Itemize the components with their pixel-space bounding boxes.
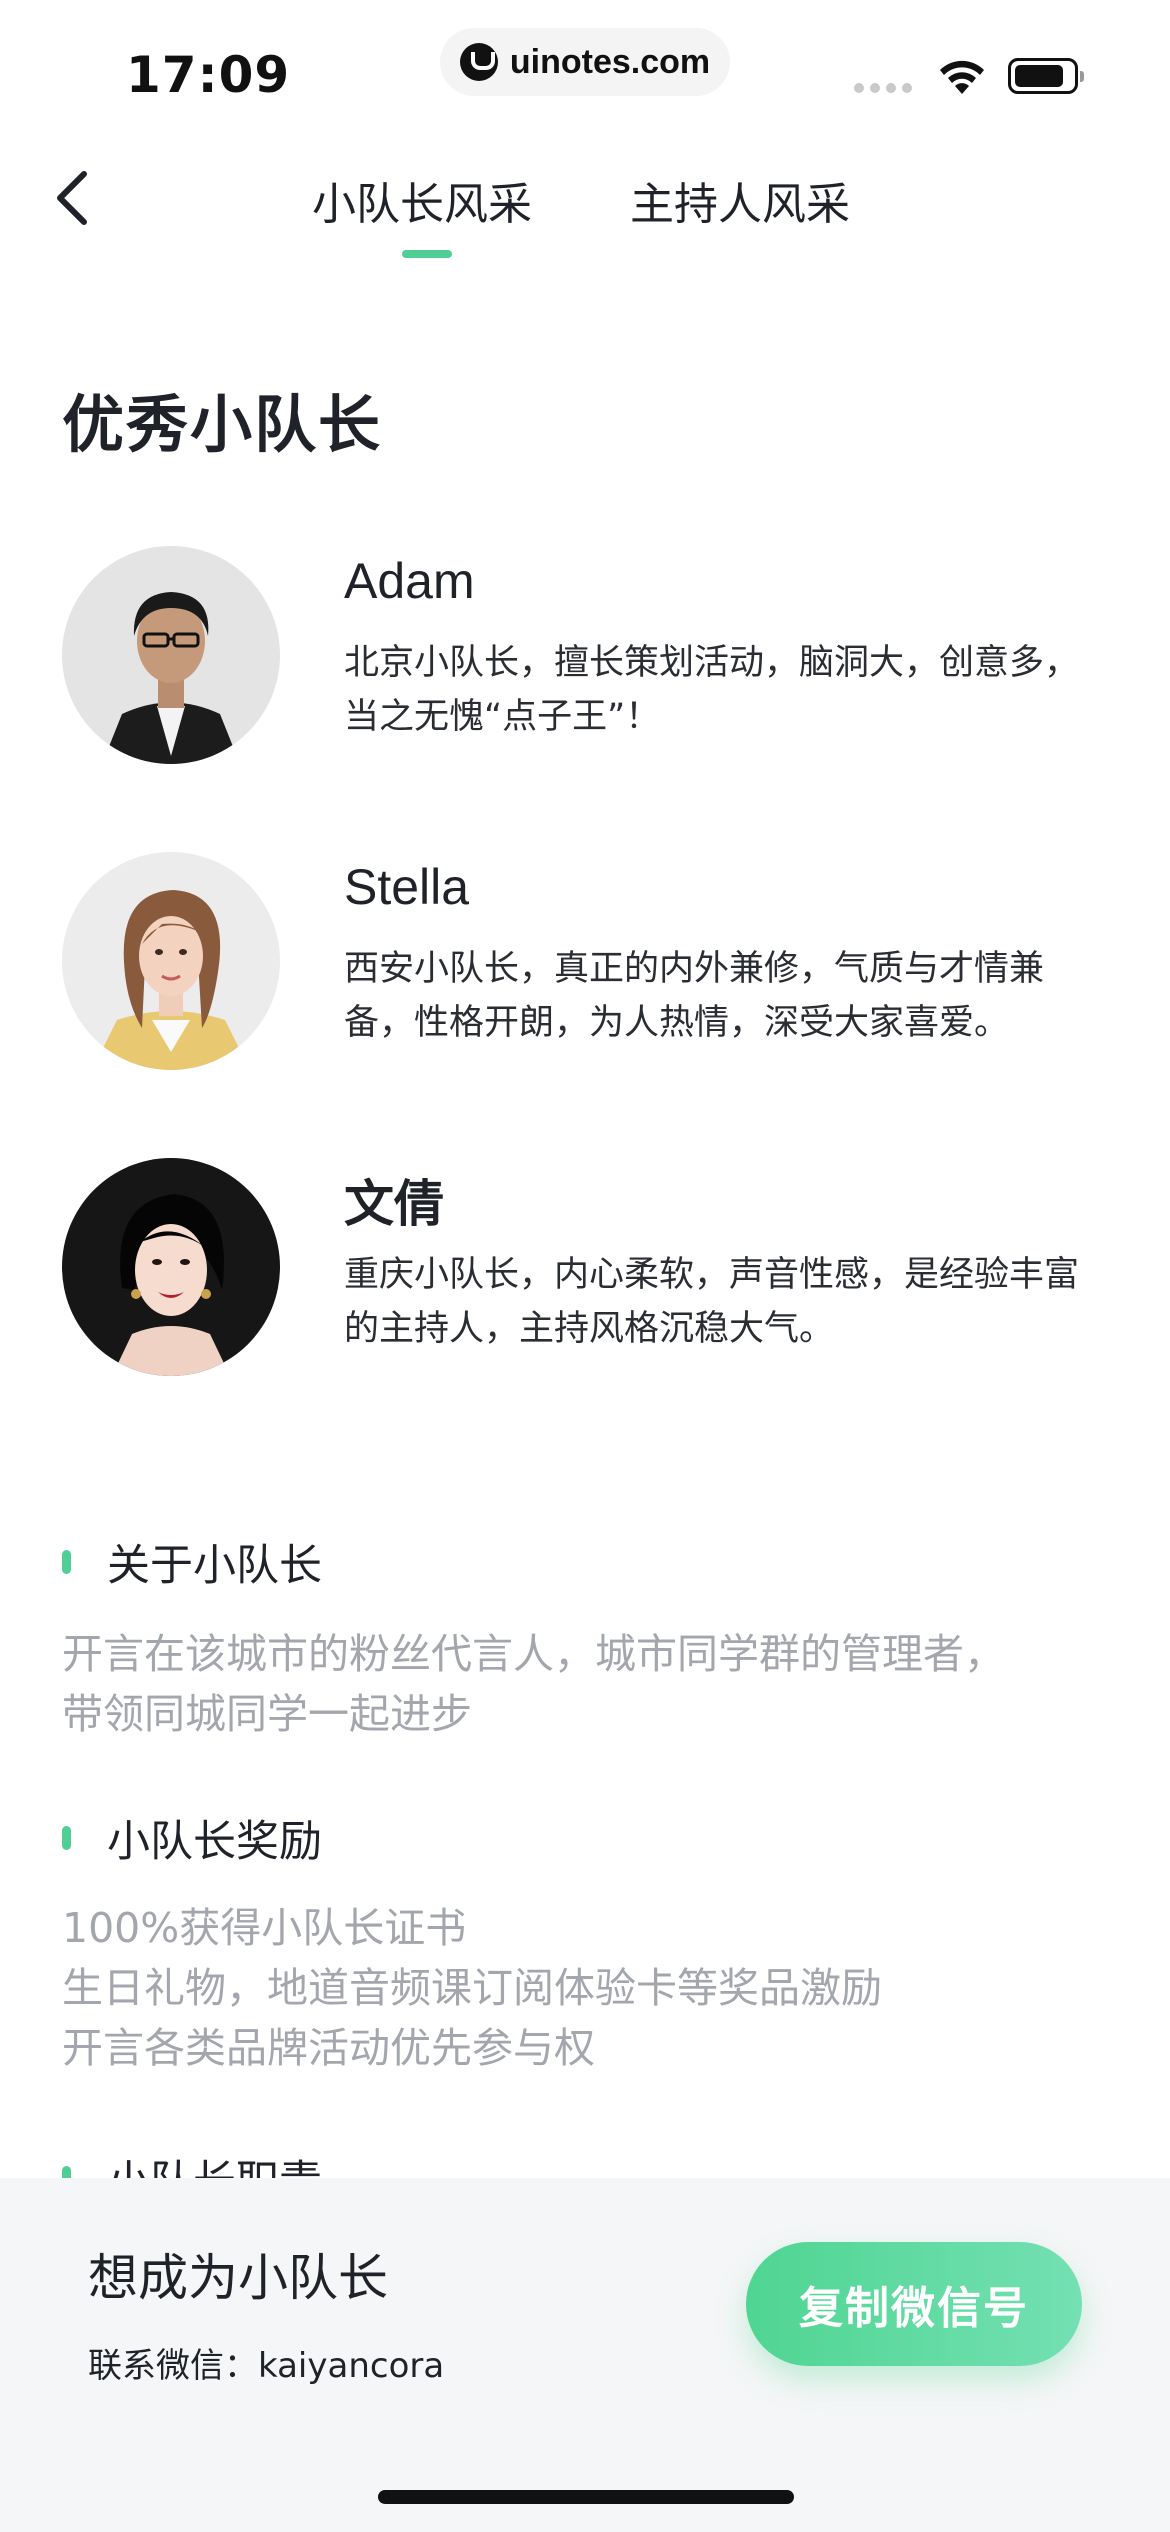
url-pill: uinotes.com: [440, 28, 730, 96]
section-body-about: 开言在该城市的粉丝代言人，城市同学群的管理者， 带领同城同学一起进步: [62, 1624, 1122, 1744]
section-accent-bar: [62, 1826, 71, 1850]
leader-description: 北京小队长，擅长策划活动，脑洞大，创意多，当之无愧“点子王”！: [344, 643, 1080, 737]
status-bar: 17:09 uinotes.com: [0, 0, 1170, 130]
avatar: [62, 1158, 280, 1376]
signal-icon: [854, 83, 912, 93]
url-text: uinotes.com: [509, 42, 711, 81]
site-logo-icon: [459, 43, 498, 81]
section-title: 小队长奖励: [107, 1817, 322, 1867]
leader-description: 西安小队长，真正的内外兼修，气质与才情兼备，性格开朗，为人热情，深受大家喜爱。: [344, 949, 1045, 1043]
join-panel: 想成为小队长 联系微信：kaiyancora 复制微信号: [0, 2178, 1170, 2532]
avatar: [62, 852, 280, 1070]
leader-description: 重庆小队长，内心柔软，声音性感，是经验丰富的主持人，主持风格沉稳大气。: [344, 1255, 1080, 1349]
section-line: 100%获得小队长证书: [62, 1904, 467, 1952]
tab-leader-style[interactable]: 小队长风采: [312, 168, 532, 232]
section-line: 生日礼物，地道音频课订阅体验卡等奖品激励: [62, 1964, 882, 2012]
section-accent-bar: [62, 1550, 71, 1574]
page-title: 优秀小队长: [62, 388, 383, 461]
section-line: 开言各类品牌活动优先参与权: [62, 2024, 595, 2072]
leader-name: Stella: [344, 859, 470, 915]
battery-icon: [1008, 58, 1084, 94]
leader-card: Stella 西安小队长，真正的内外兼修，气质与才情兼备，性格开朗，为人热情，深…: [62, 852, 1122, 1082]
join-title: 想成为小队长: [88, 2249, 388, 2307]
section-line: 带领同城同学一起进步: [62, 1690, 472, 1738]
tab-host-style[interactable]: 主持人风采: [630, 168, 850, 232]
back-button[interactable]: [40, 160, 104, 236]
section-body-rewards: 100%获得小队长证书 生日礼物，地道音频课订阅体验卡等奖品激励 开言各类品牌活…: [62, 1898, 1122, 2078]
chevron-left-icon: [57, 171, 87, 225]
leader-name: Adam: [344, 553, 475, 609]
leader-card: Adam 北京小队长，擅长策划活动，脑洞大，创意多，当之无愧“点子王”！: [62, 546, 1122, 776]
section-line: 开言在该城市的粉丝代言人，城市同学群的管理者，: [62, 1630, 1005, 1678]
leader-name: 文倩: [344, 1175, 444, 1233]
active-tab-indicator: [402, 250, 452, 258]
leader-card: 文倩 重庆小队长，内心柔软，声音性感，是经验丰富的主持人，主持风格沉稳大气。: [62, 1158, 1122, 1388]
wechat-contact: 联系微信：kaiyancora: [88, 2346, 445, 2386]
section-header-about: 关于小队长: [62, 1532, 322, 1592]
section-header-rewards: 小队长奖励: [62, 1808, 322, 1868]
avatar: [62, 546, 280, 764]
copy-wechat-button[interactable]: 复制微信号: [746, 2242, 1082, 2366]
status-time: 17:09: [126, 46, 291, 104]
home-indicator[interactable]: [378, 2490, 794, 2504]
section-title: 关于小队长: [107, 1541, 322, 1591]
wifi-icon: [940, 60, 984, 94]
